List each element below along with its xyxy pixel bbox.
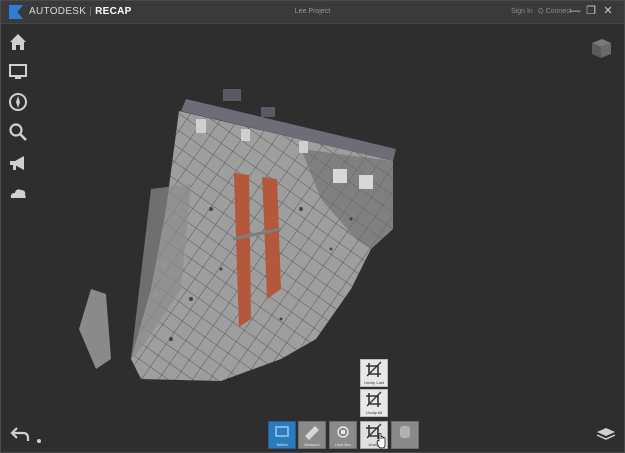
unclip-all-button[interactable]: Unclip All <box>360 389 388 417</box>
megaphone-icon <box>10 156 24 170</box>
unclip-all-label: Unclip All <box>365 410 383 415</box>
layers-icon[interactable] <box>596 426 616 442</box>
measure-label: Measure <box>304 442 320 447</box>
select-box-icon <box>275 426 289 437</box>
close-button[interactable]: ✕ <box>601 4 615 18</box>
select-button[interactable]: Select <box>268 421 296 449</box>
home-button[interactable] <box>7 31 29 53</box>
unclip-last-label: Unclip Last <box>364 380 384 385</box>
select-label: Select <box>276 442 288 447</box>
maximize-button[interactable]: ❐ <box>584 4 598 18</box>
measure-button[interactable]: Measure <box>298 421 326 449</box>
navigation-button[interactable] <box>7 91 29 113</box>
crop-icon <box>366 361 382 377</box>
compass-icon <box>9 93 27 111</box>
connect-link[interactable]: ⛭ Connect <box>538 8 572 16</box>
mouse-cursor-icon <box>376 433 386 449</box>
crop-icon <box>366 391 382 407</box>
point-cloud-scan[interactable] <box>71 89 411 389</box>
unclip-last-button[interactable]: Unclip Last <box>360 359 388 387</box>
view-cube-icon[interactable] <box>588 35 614 61</box>
annotate-button[interactable] <box>7 152 29 174</box>
app-window: AUTODESK | RECAP Lee Project Sign In ⛭ Con… <box>0 0 625 453</box>
display-button[interactable] <box>7 61 29 83</box>
cloud-icon <box>10 189 26 198</box>
region-button[interactable] <box>391 421 419 449</box>
region-icon <box>400 426 410 438</box>
back-arrow-icon[interactable] <box>10 426 30 442</box>
monitor-icon <box>9 64 27 79</box>
limit-box-icon <box>337 426 349 438</box>
limit-box-label: Limit Box <box>334 442 352 447</box>
minimize-button[interactable]: — <box>568 4 582 18</box>
cloud-button[interactable] <box>7 182 29 204</box>
search-icon <box>9 123 27 141</box>
title-bar: AUTODESK | RECAP Lee Project Sign In ⛭ Con… <box>1 1 624 24</box>
status-dot <box>37 439 41 443</box>
connect-icon: ⛭ <box>538 8 544 15</box>
ruler-icon <box>305 426 319 440</box>
limit-box-button[interactable]: Limit Box <box>329 421 357 449</box>
sign-in-link[interactable]: Sign In <box>511 8 533 15</box>
home-icon <box>10 34 26 50</box>
search-button[interactable] <box>7 121 29 143</box>
